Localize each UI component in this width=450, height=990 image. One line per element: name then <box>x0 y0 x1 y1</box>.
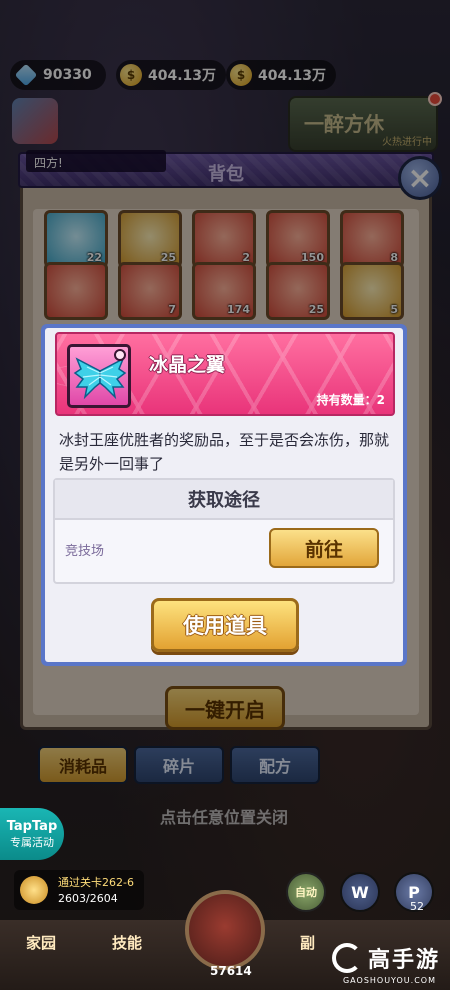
watermark-text: 高手游 <box>367 948 440 973</box>
source-title: 获取途径 <box>55 480 393 520</box>
stage-progress[interactable]: 通过关卡262-6 2603/2604 <box>14 870 144 910</box>
taptap-sublabel: 专属活动 <box>10 835 54 849</box>
item-icon-frame <box>67 344 131 408</box>
item-detail-popup: 冰晶之翼 持有数量：2 冰封王座优胜者的奖励品，至于是否会冻伤，那就是另外一回事… <box>41 324 407 666</box>
watermark-url: GAOSHOUYOU.COM <box>342 976 436 985</box>
stage-icon <box>20 876 48 904</box>
popup-panel: 冰晶之翼 持有数量：2 冰封王座优胜者的奖励品，至于是否会冻伤，那就是另外一回事… <box>45 328 403 662</box>
nav-right[interactable]: 副 <box>300 932 315 953</box>
w-button[interactable]: W <box>340 872 380 912</box>
logo-icon <box>331 943 362 973</box>
nav-home[interactable]: 家园 <box>26 932 56 953</box>
p-icon: P <box>408 882 420 902</box>
taptap-event-button[interactable]: TapTap 专属活动 <box>0 808 64 860</box>
stage-label: 通过关卡262-6 <box>58 876 134 889</box>
clock-icon <box>114 349 126 361</box>
p-count: 52 <box>410 900 424 913</box>
source-section: 获取途径 竞技场 前往 <box>53 478 395 584</box>
auto-button[interactable]: 自动 <box>286 872 326 912</box>
goto-button[interactable]: 前往 <box>269 528 379 568</box>
use-item-button[interactable]: 使用道具 <box>151 598 299 652</box>
watermark-logo: 高手游 <box>331 942 440 974</box>
item-name: 冰晶之翼 <box>149 354 226 376</box>
nav-skill[interactable]: 技能 <box>112 932 142 953</box>
source-name: 竞技场 <box>65 544 105 559</box>
item-banner: 冰晶之翼 持有数量：2 <box>55 332 395 416</box>
nav-center-count: 57614 <box>210 964 252 978</box>
taptap-label: TapTap <box>6 818 58 834</box>
stage-count: 2603/2604 <box>58 892 118 905</box>
item-description: 冰封王座优胜者的奖励品，至于是否会冻伤，那就是另外一回事了 <box>59 431 390 473</box>
item-quantity: 持有数量：2 <box>316 393 385 407</box>
nav-center-button[interactable] <box>185 890 265 970</box>
